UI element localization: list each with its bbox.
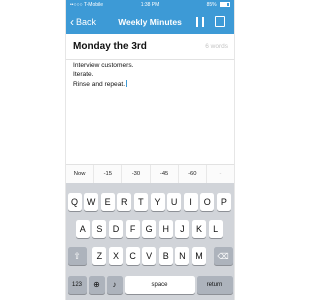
battery-percent: 85% — [206, 2, 217, 8]
shift-key[interactable]: ⇧ — [67, 247, 87, 265]
key-p[interactable]: P — [216, 193, 231, 211]
text-caret — [125, 79, 127, 87]
chevron-left-icon: ‹ — [70, 15, 74, 29]
time-minus-45-button[interactable]: -45 — [151, 165, 179, 184]
time-minus-15-button[interactable]: -15 — [94, 165, 123, 184]
key-z[interactable]: Z — [92, 247, 107, 265]
nav-title: Weekly Minutes — [118, 17, 182, 27]
status-bar: ••○○○ T-Mobile 1:38 PM 85% — [66, 0, 234, 10]
key-e[interactable]: E — [100, 193, 115, 211]
time-minus-30-button[interactable]: -30 — [122, 165, 151, 184]
note-header: Monday the 3rd 6 words — [66, 34, 234, 60]
back-button[interactable]: ‹ Back — [70, 10, 96, 34]
note-date: Monday the 3rd — [73, 41, 147, 52]
key-i[interactable]: I — [183, 193, 198, 211]
key-s[interactable]: S — [92, 220, 107, 238]
time-more-button[interactable]: - — [207, 165, 234, 184]
key-o[interactable]: O — [200, 193, 215, 211]
keyboard: Q W E R T Y U I O P A S D F G H J K L ⇧ … — [66, 183, 234, 300]
key-j[interactable]: J — [175, 220, 190, 238]
mic-key[interactable]: ♪ — [106, 276, 123, 294]
note-editor[interactable]: Interview customers. Iterate. Rinse and … — [73, 62, 228, 89]
nav-bar: ‹ Back Weekly Minutes — [66, 10, 234, 34]
key-c[interactable]: C — [125, 247, 140, 265]
key-a[interactable]: A — [75, 220, 90, 238]
note-line: Interview customers. — [73, 62, 134, 69]
key-b[interactable]: B — [158, 247, 173, 265]
key-u[interactable]: U — [167, 193, 182, 211]
key-m[interactable]: M — [192, 247, 206, 265]
compose-icon[interactable] — [215, 16, 225, 27]
key-r[interactable]: R — [117, 193, 132, 211]
key-t[interactable]: T — [133, 193, 148, 211]
globe-key[interactable]: ⊕ — [88, 276, 105, 294]
mic-icon: ♪ — [112, 280, 117, 289]
key-y[interactable]: Y — [150, 193, 165, 211]
key-h[interactable]: H — [158, 220, 173, 238]
delete-icon: ⌫ — [217, 252, 229, 261]
battery-status: 85% — [207, 0, 230, 10]
battery-icon — [220, 2, 230, 8]
shift-icon: ⇧ — [73, 251, 81, 261]
key-q[interactable]: Q — [67, 193, 82, 211]
key-w[interactable]: W — [84, 193, 99, 211]
key-d[interactable]: D — [109, 220, 123, 238]
key-f[interactable]: F — [125, 220, 140, 238]
phone-screen: ••○○○ T-Mobile 1:38 PM 85% ‹ Back Weekly… — [66, 0, 234, 300]
return-key[interactable]: return — [196, 276, 233, 294]
key-l[interactable]: L — [208, 220, 223, 238]
note-line: Iterate. — [73, 70, 94, 78]
key-k[interactable]: K — [192, 220, 206, 238]
delete-key[interactable]: ⌫ — [213, 247, 233, 265]
note-line: Rinse and repeat. — [73, 80, 126, 88]
key-g[interactable]: G — [142, 220, 157, 238]
note-line-last: Rinse and repeat. — [73, 79, 228, 90]
back-label: Back — [76, 17, 97, 27]
pause-icon[interactable] — [195, 17, 205, 27]
time-now-button[interactable]: Now — [66, 165, 95, 184]
numbers-key[interactable]: 123 — [67, 276, 87, 294]
time-minus-60-button[interactable]: -60 — [179, 165, 207, 184]
key-v[interactable]: V — [142, 247, 157, 265]
globe-icon: ⊕ — [93, 280, 100, 289]
word-count: 6 words — [205, 43, 228, 50]
time-toolbar: Now -15 -30 -45 -60 - — [66, 164, 234, 184]
key-x[interactable]: X — [109, 247, 123, 265]
space-key[interactable]: space — [124, 276, 195, 294]
key-n[interactable]: N — [175, 247, 190, 265]
